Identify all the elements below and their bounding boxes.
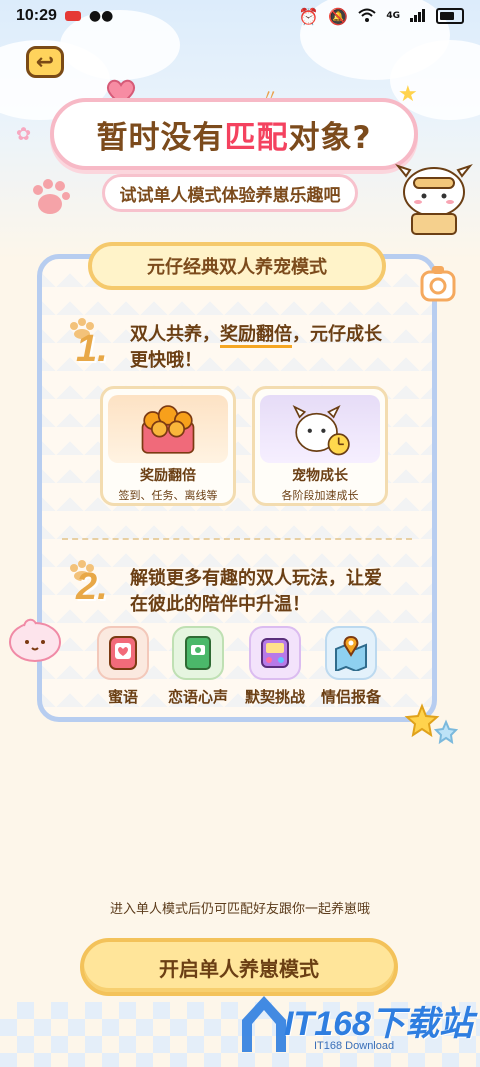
card-header: 元仔经典双人养宠模式 [88,242,386,290]
no-match-title-banner: 暂时没有匹配对象? [50,98,418,170]
reward-double-card: 奖励翻倍 签到、任务、离线等 [100,386,236,506]
play-love-voice[interactable]: 恋语心声 [163,626,233,707]
map-pin-icon [325,626,377,680]
play-label: 蜜语 [107,688,138,706]
pet-growth-card: 宠物成长 各阶段加速成长 [252,386,388,506]
wifi-icon [358,7,377,26]
watermark-subtext: IT168 Download [314,1040,395,1052]
pink-bun-icon [9,618,61,662]
mute-icon: 🔕 [328,6,349,26]
signal-icon [410,7,426,26]
feature-title: 奖励翻倍 [140,468,196,484]
play-label: 情侣报备 [320,688,381,706]
play-tacit-challenge[interactable]: 默契挑战 [240,626,310,707]
app-notification-icon [64,11,81,21]
play-label: 恋语心声 [167,688,228,706]
alarm-icon: ⏰ [298,6,319,26]
page-subtitle: 试试单人模式体验养崽乐趣吧 [102,174,358,212]
wechat-icon: ●● [88,8,114,24]
step-1-text: 双人共养，奖励翻倍，元仔成长 更快哦！ [130,324,382,371]
play-label: 默契挑战 [244,688,305,706]
play-couple-report[interactable]: 情侣报备 [316,626,386,707]
step-2-number: 2. [76,566,108,608]
back-arrow-icon: ↩ [35,49,55,75]
site-watermark: IT168下载站 IT168 Download [236,990,476,1060]
feature-subtitle: 各阶段加速成长 [281,489,359,502]
network-label: 4G [386,11,400,21]
feature-title: 宠物成长 [292,468,348,484]
start-single-mode-button[interactable]: 开启单人养崽模式 [80,938,398,996]
battery-icon [436,8,464,24]
pet-clock-icon [260,395,380,463]
page-title: 暂时没有匹配对象? [96,119,372,156]
stars-icon [404,703,459,745]
gold-chest-icon [108,395,228,463]
sparkle-icon: ✿ [16,124,32,145]
play-sweet-talk[interactable]: 蜜语 [88,626,158,707]
footer-hint: 进入单人模式后仍可匹配好友跟你一起养崽哦 [109,902,370,917]
cow-mascot-icon [395,163,473,235]
back-button[interactable]: ↩ [26,46,64,78]
green-book-icon [172,626,224,680]
section-divider [62,538,412,540]
paw-icon [33,179,70,214]
watermark-text: IT168下载站 [284,1005,473,1043]
feature-subtitle: 签到、任务、离线等 [118,489,218,502]
status-time: 10:29 [16,7,57,24]
step-1-number: 1. [76,328,108,370]
camera-icon [420,266,456,302]
status-bar: 10:29 ●● ⏰ 🔕 4G [0,0,480,32]
game-console-icon [249,626,301,680]
step-2-text: 解锁更多有趣的双人玩法，让爱 在彼此的陪伴中升温！ [130,568,382,615]
phone-heart-icon [97,626,149,680]
